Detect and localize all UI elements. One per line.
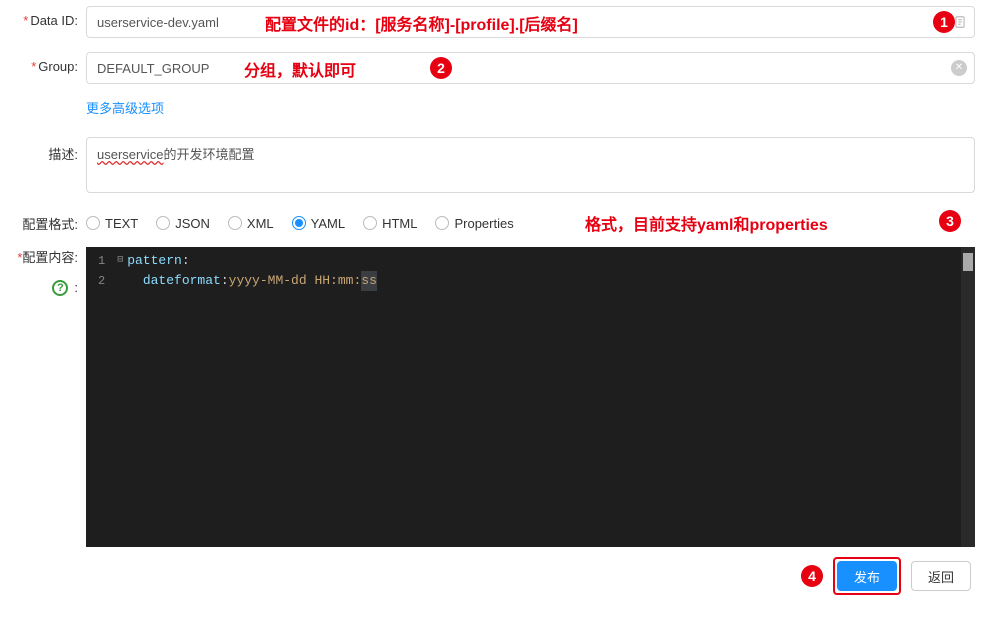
publish-button[interactable]: 发布 (837, 561, 897, 591)
desc-rest: 的开发环境配置 (163, 147, 254, 162)
editor-code: ⊟pattern: dateformat: yyyy-MM-dd HH:mm:s… (113, 247, 385, 547)
desc-underlined-word: userservice (97, 147, 163, 162)
format-radio-properties[interactable]: Properties (435, 216, 513, 231)
annotation-badge-3: 3 (939, 210, 961, 232)
annotation-format-hint: 格式，目前支持yaml和properties (585, 211, 828, 235)
content-label: *配置内容: (8, 247, 78, 266)
fold-icon[interactable]: ⊟ (113, 251, 127, 271)
data-id-label: *Data ID: (8, 6, 86, 28)
help-icon[interactable]: ? (52, 280, 68, 296)
help-colon: : (74, 280, 78, 296)
desc-textarea[interactable]: userservice的开发环境配置 (86, 137, 975, 193)
annotation-badge-4: 4 (801, 565, 823, 587)
data-id-input[interactable] (86, 6, 975, 38)
editor-gutter: 1 2 (86, 247, 113, 547)
data-id-suffix-icon (953, 15, 967, 29)
code-editor[interactable]: 1 2 ⊟pattern: dateformat: yyyy-MM-dd HH:… (86, 247, 975, 547)
group-clear-icon[interactable]: ✕ (951, 60, 967, 76)
format-radio-json[interactable]: JSON (156, 216, 210, 231)
format-radio-yaml[interactable]: YAML (292, 216, 345, 231)
format-label: 配置格式: (8, 207, 86, 233)
back-button[interactable]: 返回 (911, 561, 971, 591)
group-input[interactable] (86, 52, 975, 84)
advanced-options-link[interactable]: 更多高级选项 (86, 101, 164, 116)
format-radio-html[interactable]: HTML (363, 216, 417, 231)
format-radio-xml[interactable]: XML (228, 216, 274, 231)
publish-highlight-box: 发布 (833, 557, 901, 595)
desc-label: 描述: (8, 137, 86, 163)
editor-scrollbar[interactable] (961, 247, 975, 547)
format-radio-text[interactable]: TEXT (86, 216, 138, 231)
group-label: *Group: (8, 52, 86, 74)
